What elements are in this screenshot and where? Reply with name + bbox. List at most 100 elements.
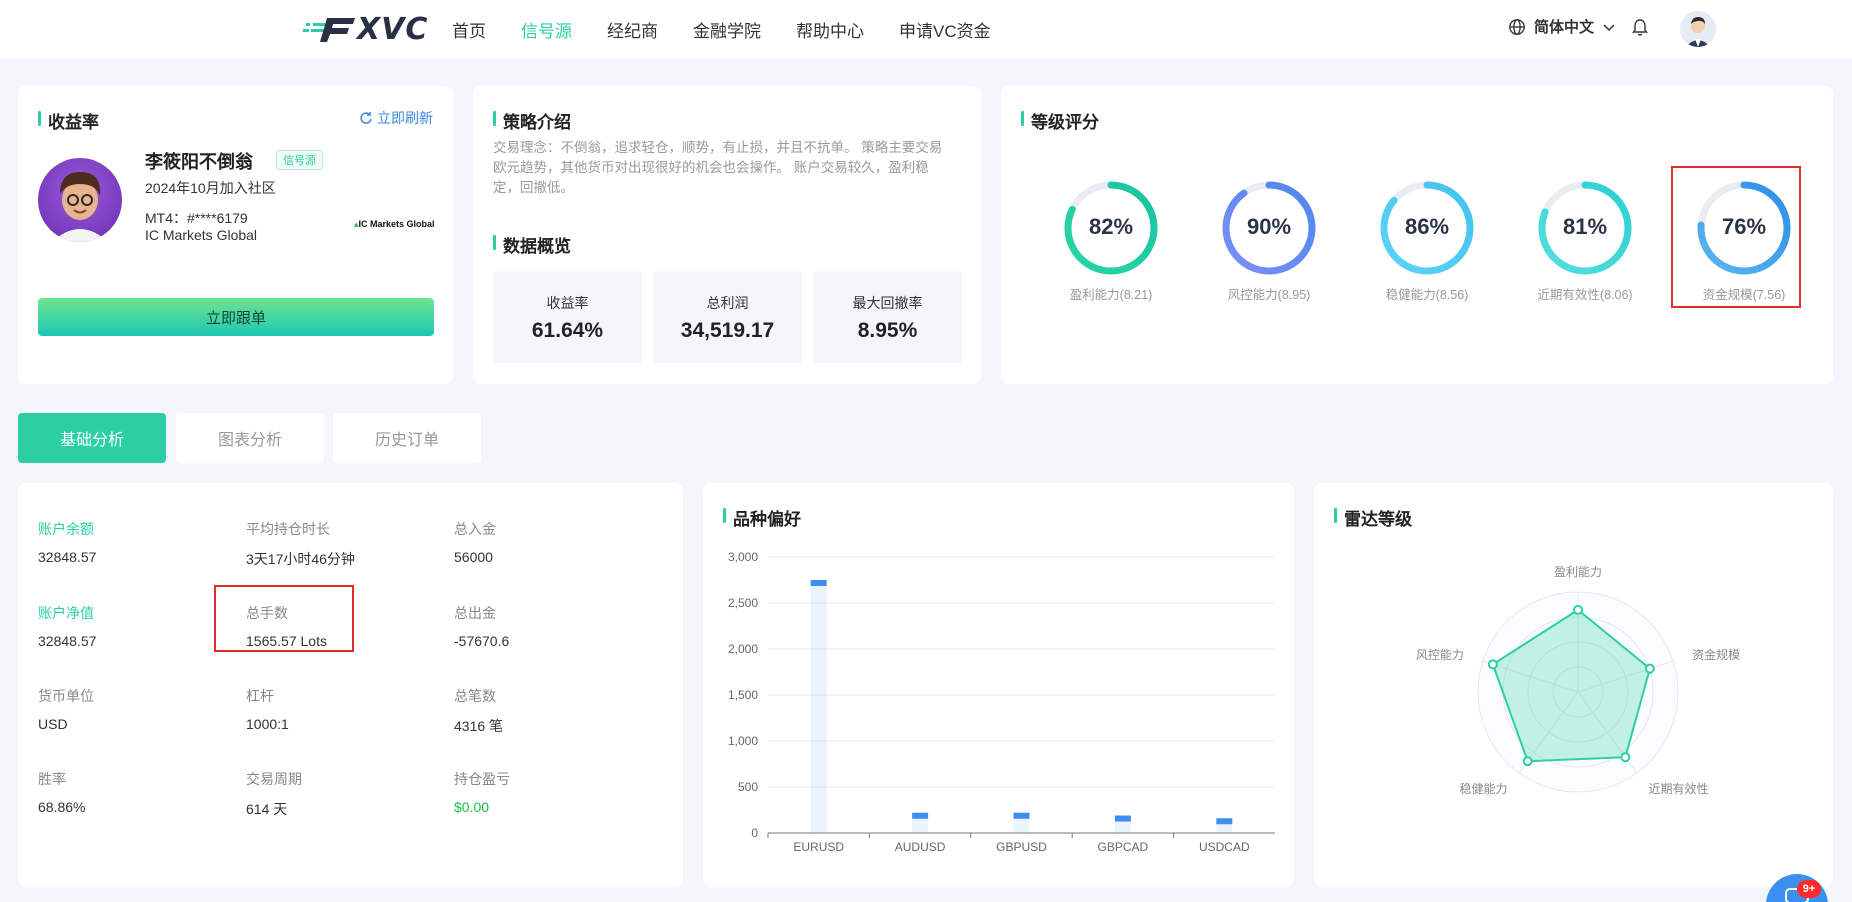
radar-label: 盈利能力 xyxy=(1554,565,1602,579)
stat-return: 收益率 61.64% xyxy=(493,271,642,363)
broker-logo-text: IC Markets Global xyxy=(358,219,435,229)
ring-percent: 90% xyxy=(1246,214,1292,239)
logo-mark-icon xyxy=(303,18,355,42)
bar-usdcad[interactable] xyxy=(1216,818,1233,825)
stat-return-label: 收益率 xyxy=(546,295,589,311)
radar-label: 风控能力 xyxy=(1416,648,1464,662)
ring-percent: 86% xyxy=(1404,214,1450,239)
globe-icon xyxy=(1509,18,1525,35)
ring-label: 近期有效性(8.06) xyxy=(1537,288,1633,302)
stat-drawdown-value: 8.95% xyxy=(857,319,918,342)
tab-basic-analysis[interactable]: 基础分析 xyxy=(18,413,166,463)
radar-label: 稳健能力 xyxy=(1459,781,1507,796)
info-label: 总出金 xyxy=(454,605,496,621)
stat-drawdown: 最大回撤率 8.95% xyxy=(813,271,962,363)
info-label: 货币单位 xyxy=(38,688,94,704)
trader-avatar xyxy=(38,158,122,242)
info-value: 68.86% xyxy=(38,799,86,815)
mt4-account: MT4：#****6179 xyxy=(145,210,248,226)
nav-brokers[interactable]: 经纪商 xyxy=(607,17,658,42)
trader-avatar-icon xyxy=(52,172,108,242)
rating-section-title: 等级评分 xyxy=(1021,108,1099,133)
top-header: XVC 首页 信号源 经纪商 金融学院 帮助中心 申请VC资金 简体中文 xyxy=(0,0,1852,58)
radar-label: 近期有效性 xyxy=(1649,781,1709,796)
info-label: 账户净值 xyxy=(38,605,94,621)
language-selector[interactable]: 简体中文 xyxy=(1508,16,1616,37)
info-value: 32848.57 xyxy=(38,549,97,565)
strategy-section-title: 策略介绍 xyxy=(493,108,571,133)
x-tick-label: GBPUSD xyxy=(996,840,1047,854)
radar-point[interactable] xyxy=(1573,604,1583,615)
ring-label: 盈利能力(8.21) xyxy=(1069,288,1153,302)
language-label: 简体中文 xyxy=(1534,19,1595,36)
ring-recent: 81% 近期有效性(8.06) xyxy=(1525,178,1645,303)
highlight-box-total-lots xyxy=(214,585,354,652)
variety-card: 品种偏好 0 500 1,000 1,500 2,000 2,500 3,000 EURUSD… xyxy=(703,483,1294,887)
join-date: 2024年10月加入社区 xyxy=(145,180,276,196)
radar-point[interactable] xyxy=(1487,659,1498,670)
ring-profit: 82% 盈利能力(8.21) xyxy=(1051,178,1171,303)
nav-home[interactable]: 首页 xyxy=(452,17,486,42)
stat-profit-label: 总利润 xyxy=(706,295,749,311)
follow-button[interactable]: 立即跟单 xyxy=(38,298,434,336)
strategy-card: 策略介绍 交易理念：不倒翁，追求轻仓，顺势，有止损，并且不抗单。 策略主要交易欧… xyxy=(473,86,981,384)
bar-eurusd[interactable] xyxy=(810,580,827,586)
strategy-description: 交易理念：不倒翁，追求轻仓，顺势，有止损，并且不抗单。 策略主要交易欧元趋势，其… xyxy=(493,140,943,195)
stat-drawdown-label: 最大回撤率 xyxy=(852,295,923,311)
ring-stability: 86% 稳健能力(8.56) xyxy=(1367,178,1487,303)
chevron-down-icon xyxy=(1603,23,1615,31)
x-tick-label: GBPCAD xyxy=(1098,840,1149,854)
stat-return-value: 61.64% xyxy=(531,319,604,342)
bell-icon[interactable] xyxy=(1632,18,1648,38)
nav-signals[interactable]: 信号源 xyxy=(521,17,572,42)
tab-chart-analysis[interactable]: 图表分析 xyxy=(176,413,324,463)
user-avatar[interactable] xyxy=(1680,11,1716,47)
ring-risk: 90% 风控能力(8.95) xyxy=(1209,178,1329,303)
nav-academy[interactable]: 金融学院 xyxy=(693,17,761,42)
info-value: 32848.57 xyxy=(38,633,97,649)
info-value: 3天17小时46分钟 xyxy=(246,551,355,567)
trader-name: 李筱阳不倒翁 xyxy=(145,152,253,172)
bar-audusd[interactable] xyxy=(912,812,929,819)
account-info-card: 账户余额 32848.57 平均持仓时长 3天17小时46分钟 总入金 56000 账户净值… xyxy=(18,483,683,887)
y-tick-label: 2,000 xyxy=(728,642,758,656)
info-label: 持仓盈亏 xyxy=(454,771,510,787)
radar-point[interactable] xyxy=(1644,663,1655,674)
radar-point[interactable] xyxy=(1522,756,1533,767)
y-tick-label: 0 xyxy=(751,826,758,840)
radar-card: 雷达等级 盈利能力 资金规模 近期有效性 稳健能力 风控能力 xyxy=(1314,483,1833,887)
logo-text: XVC xyxy=(357,11,429,47)
tab-history-orders[interactable]: 历史订单 xyxy=(333,413,481,463)
nav-help[interactable]: 帮助中心 xyxy=(796,17,864,42)
overview-section-title: 数据概览 xyxy=(493,232,571,257)
info-value: 614 天 xyxy=(246,801,288,817)
info-label: 总入金 xyxy=(454,521,496,537)
bar-shadow xyxy=(810,580,827,833)
x-tick-label: AUDUSD xyxy=(895,840,946,854)
bar-gbpusd[interactable] xyxy=(1013,812,1030,819)
broker-name: IC Markets Global xyxy=(145,227,258,243)
info-value: 4316 笔 xyxy=(454,718,504,734)
info-value: 1000:1 xyxy=(246,716,289,732)
notification-badge: 9+ xyxy=(1797,880,1821,898)
info-label: 平均持仓时长 xyxy=(246,521,330,537)
radar-point[interactable] xyxy=(1620,752,1631,763)
info-label: 交易周期 xyxy=(246,771,302,787)
refresh-link[interactable]: 立即刷新 xyxy=(359,108,433,128)
main-nav: 首页 信号源 经纪商 金融学院 帮助中心 申请VC资金 xyxy=(452,0,1026,58)
info-value: USD xyxy=(38,716,68,732)
bar-gbpcad[interactable] xyxy=(1114,815,1131,822)
refresh-label: 立即刷新 xyxy=(377,110,433,126)
ring-percent: 81% xyxy=(1562,214,1608,239)
variety-bar-chart: 0 500 1,000 1,500 2,000 2,500 3,000 EURUSD AUDUS… xyxy=(728,550,1275,854)
rating-card: 等级评分 82% 盈利能力(8.21) 90% 风控能力(8.95) 86% 稳健能力(8… xyxy=(1001,86,1833,384)
highlight-box-fund-scale xyxy=(1671,166,1801,308)
logo[interactable]: XVC xyxy=(303,11,429,47)
y-tick-label: 1,000 xyxy=(728,734,758,748)
refresh-icon xyxy=(360,112,372,124)
profile-card: 收益率 立即刷新 李筱阳不倒翁 信号源 2024年10月加入社区 MT4：#**… xyxy=(18,86,453,384)
nav-apply-fund[interactable]: 申请VC资金 xyxy=(899,17,991,42)
radar-chart: 盈利能力资金规模近期有效性 稳健能力 风控能力 xyxy=(1416,565,1740,796)
info-label: 账户余额 xyxy=(38,521,94,537)
y-tick-label: 500 xyxy=(738,780,758,794)
